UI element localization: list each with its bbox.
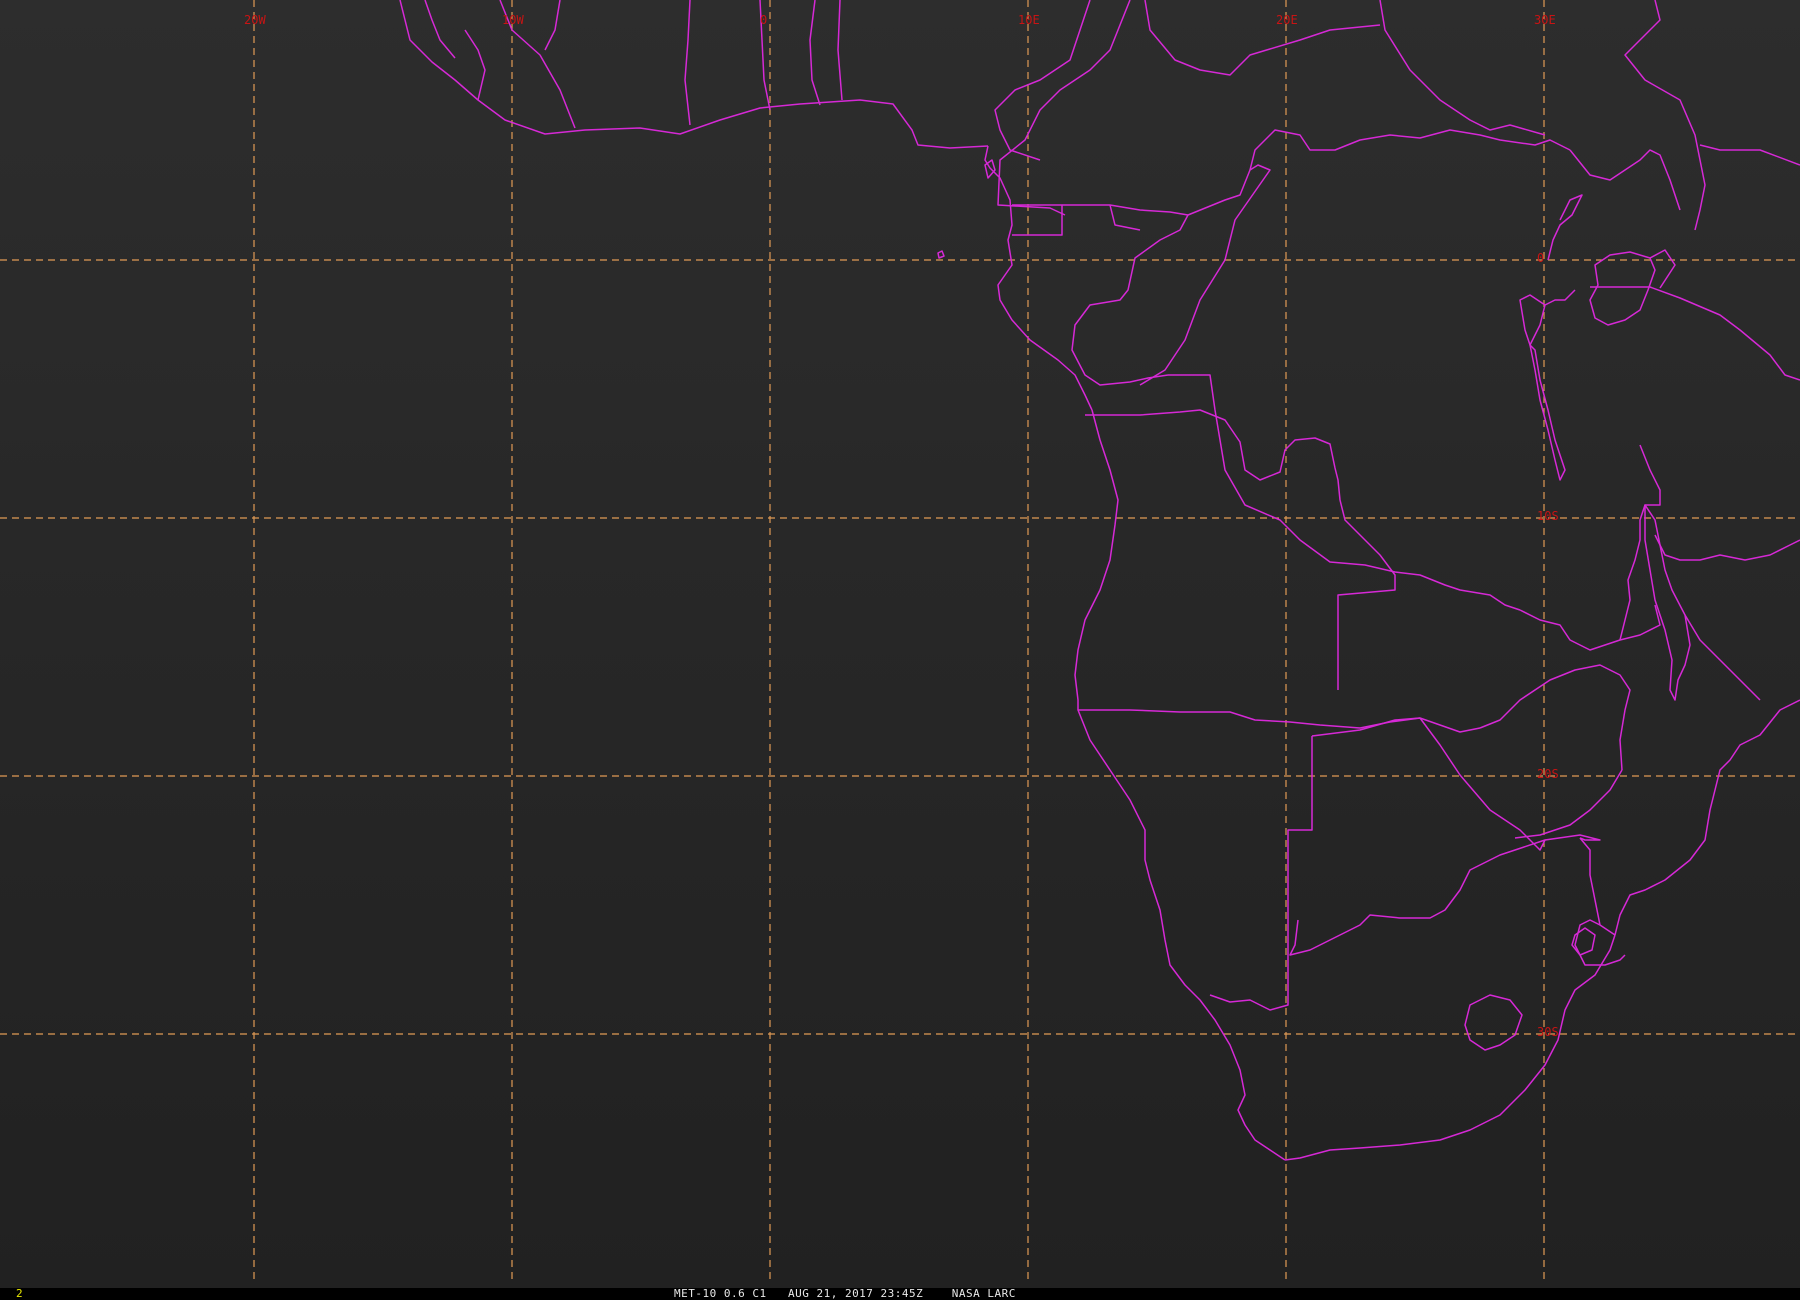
west-africa-border-5 — [684, 0, 691, 126]
frame-number: 2 — [16, 1287, 23, 1300]
horn-border — [1699, 144, 1800, 166]
grid-labels: 20W 10W 0 10E 20E 30E 0 10S 20S 30S — [244, 13, 1559, 1039]
uganda-border — [1547, 194, 1583, 261]
west-africa-border-4 — [544, 0, 561, 51]
latitude-label: 0 — [1537, 251, 1544, 265]
lat-lon-grid — [0, 0, 1800, 1282]
longitude-label: 20W — [244, 13, 266, 27]
gulf-of-guinea-coast — [984, 145, 1093, 411]
ethiopia-border — [1624, 0, 1706, 231]
sudan-border — [1379, 0, 1546, 136]
west-africa-border-1 — [424, 0, 456, 59]
longitude-label: 20E — [1276, 13, 1298, 27]
namibia-east-border — [1209, 736, 1313, 1011]
mozambique-coast — [1614, 699, 1800, 936]
longitude-label: 10W — [502, 13, 524, 27]
congo-border-1 — [1062, 204, 1189, 386]
mozambique-east-border — [1684, 614, 1761, 701]
drc-east-border — [1544, 289, 1576, 306]
mozambique-border — [1544, 834, 1601, 841]
latitude-label: 30S — [1537, 1025, 1559, 1039]
angola-east-border — [1337, 499, 1396, 690]
kenya-border — [1649, 249, 1676, 289]
latitude-label: 20S — [1537, 767, 1559, 781]
drc-south-border — [1168, 374, 1521, 611]
mozambique-north-border — [1579, 837, 1616, 936]
zambia-zimbabwe-border — [1479, 664, 1631, 771]
namibia-north-border — [1078, 709, 1481, 733]
south-african-coast — [1284, 934, 1616, 1161]
tanzania-south-border — [1654, 534, 1800, 561]
zimbabwe-border — [1514, 769, 1623, 839]
longitude-label: 30E — [1534, 13, 1556, 27]
latitude-label: 10S — [1537, 509, 1559, 523]
botswana-border — [1289, 717, 1546, 956]
car-border — [1249, 129, 1571, 171]
west-africa-border-2 — [464, 29, 486, 101]
map-canvas: 20W 10W 0 10E 20E 30E 0 10S 20S 30S — [0, 0, 1800, 1282]
rwanda-burundi-border — [1519, 294, 1546, 346]
lake-malawi — [1644, 504, 1691, 701]
tanzania-border — [1590, 286, 1800, 381]
longitude-label: 10E — [1018, 13, 1040, 27]
satellite-map[interactable]: 20W 10W 0 10E 20E 30E 0 10S 20S 30S — [0, 0, 1800, 1288]
longitude-label: 0 — [760, 13, 767, 27]
south-sudan-border — [1569, 149, 1681, 211]
angola-north-border — [1085, 409, 1341, 501]
west-africa-border-8 — [837, 0, 843, 101]
drc-west-border — [1139, 164, 1271, 386]
west-africa-coastline — [399, 0, 989, 149]
country-boundaries — [399, 0, 1800, 1161]
west-africa-border-7 — [809, 0, 821, 106]
zambia-east-border — [1519, 604, 1661, 651]
lake-tanganyika — [1529, 344, 1566, 481]
lesotho-border — [1464, 994, 1523, 1051]
cameroon-border — [997, 0, 1131, 216]
lake-victoria — [1589, 251, 1656, 326]
chad-border — [1144, 0, 1381, 76]
status-caption: MET-10 0.6 C1 AUG 21, 2017 23:45Z NASA L… — [674, 1287, 1016, 1300]
southwest-african-coast — [1074, 409, 1286, 1161]
sao-tome-island — [937, 250, 945, 259]
malawi-border — [1619, 444, 1661, 641]
status-bar: 2 MET-10 0.6 C1 AUG 21, 2017 23:45Z NASA… — [0, 1288, 1800, 1300]
